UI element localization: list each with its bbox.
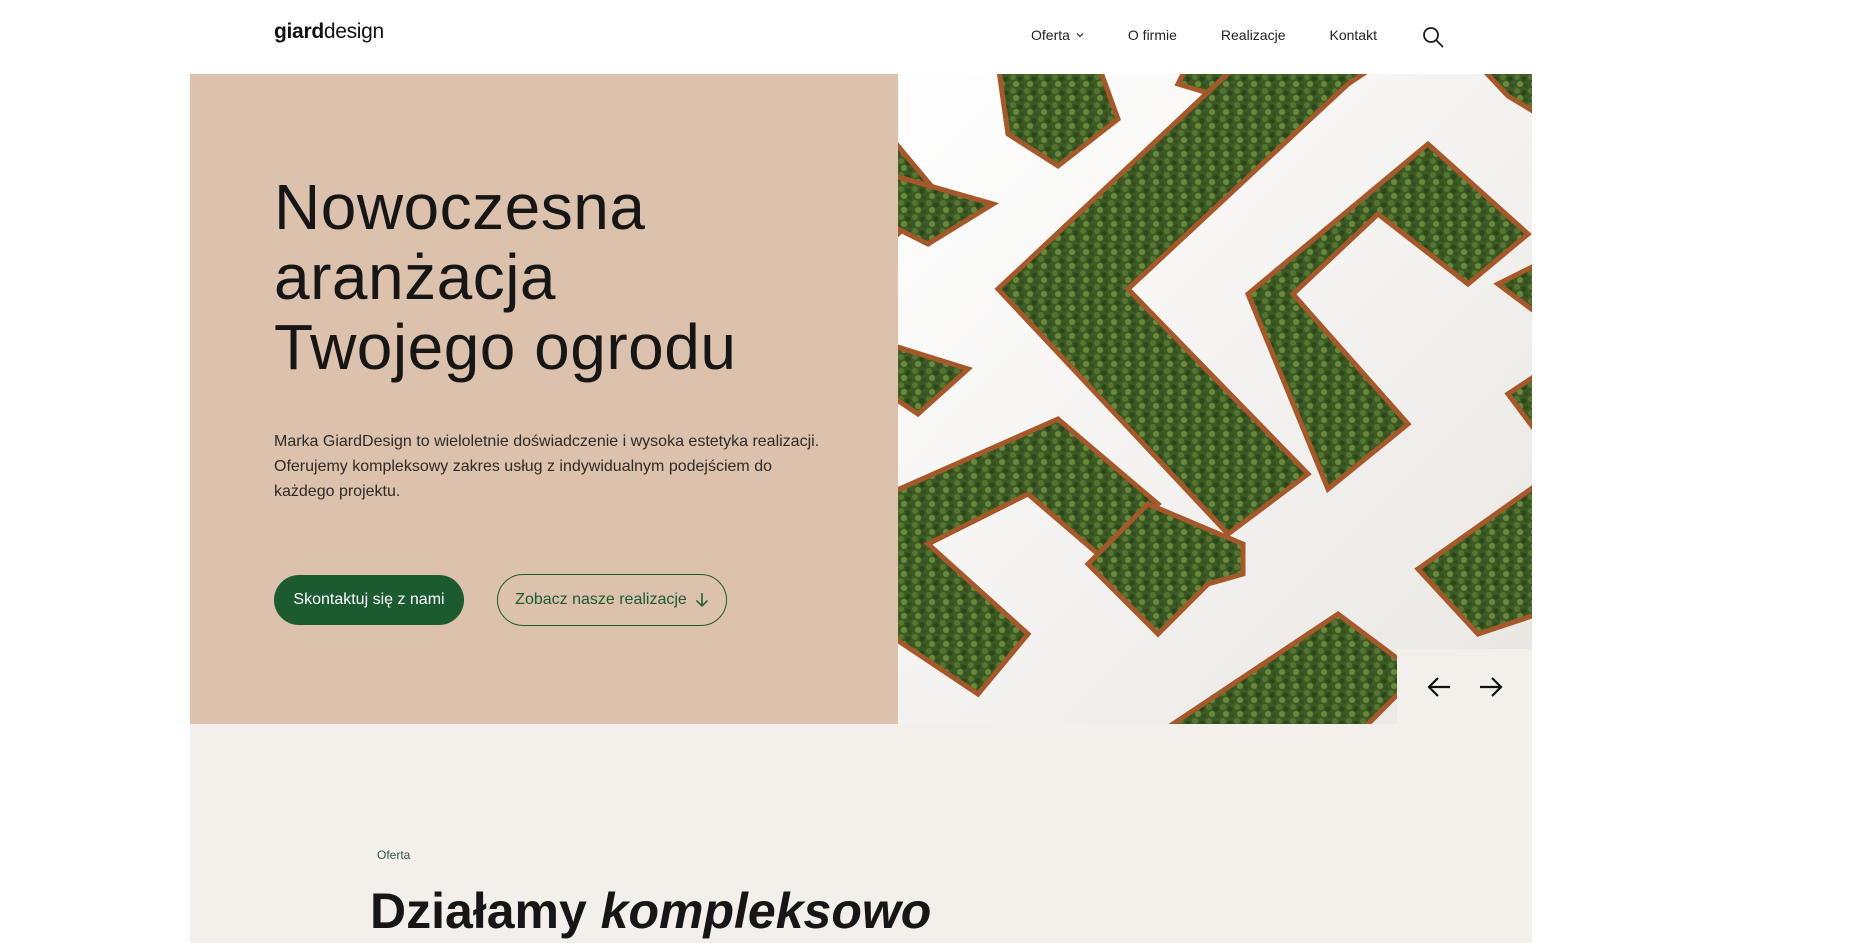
arrow-left-icon [1426,676,1450,697]
slider-controls [1397,649,1532,724]
nav-item-label: Realizacje [1220,27,1286,43]
nav-item-kontakt[interactable]: Kontakt [1330,27,1377,43]
nav-item-oferta[interactable]: Oferta [1031,27,1084,43]
slider-next-button[interactable] [1474,670,1508,704]
logo-bold-text: giard [274,20,324,43]
chevron-down-icon [1076,33,1084,38]
hero-title: Nowoczesna aranżacja Twojego ogrodu [274,172,834,382]
nav-item-label: Oferta [1031,27,1070,43]
search-icon[interactable] [1422,26,1444,48]
section-title: Działamy kompleksowo [370,882,931,940]
hero-text-panel: Nowoczesna aranżacja Twojego ogrodu Mark… [190,74,898,724]
hero-title-line: Nowoczesna [274,171,646,243]
hero-title-line: aranżacja [274,241,556,313]
arrow-right-icon [1479,676,1503,697]
section-title-italic: kompleksowo [600,883,932,939]
arrow-down-icon [695,593,708,608]
hero-description: Marka GiardDesign to wieloletnie doświad… [274,433,820,500]
hero-title-line: Twojego ogrodu [274,311,737,383]
section-eyebrow: Oferta [377,848,411,862]
nav-item-label: O firmie [1127,27,1177,43]
nav-item-label: Kontakt [1329,27,1377,43]
contact-button-label: Skontaktuj się z nami [293,591,445,608]
nav-item-realizacje[interactable]: Realizacje [1221,27,1286,43]
logo[interactable]: giarddesign [274,20,384,44]
hero-image [898,74,1532,724]
nav-item-o-firmie[interactable]: O firmie [1128,27,1177,43]
see-projects-button-label: Zobacz nasze realizacje [515,591,687,608]
logo-light-text: design [323,20,384,43]
see-projects-button[interactable]: Zobacz nasze realizacje [497,574,727,626]
main-nav: Oferta O firmie Realizacje Kontakt [1031,27,1421,43]
slider-prev-button[interactable] [1422,670,1456,704]
section-title-plain: Działamy [370,883,601,939]
offer-section: Oferta Działamy kompleksowo [190,724,1532,943]
site-header: giarddesign Oferta O firmie Realizacje K… [0,0,1852,73]
garden-maze-illustration [898,74,1532,724]
contact-button[interactable]: Skontaktuj się z nami [274,575,464,625]
